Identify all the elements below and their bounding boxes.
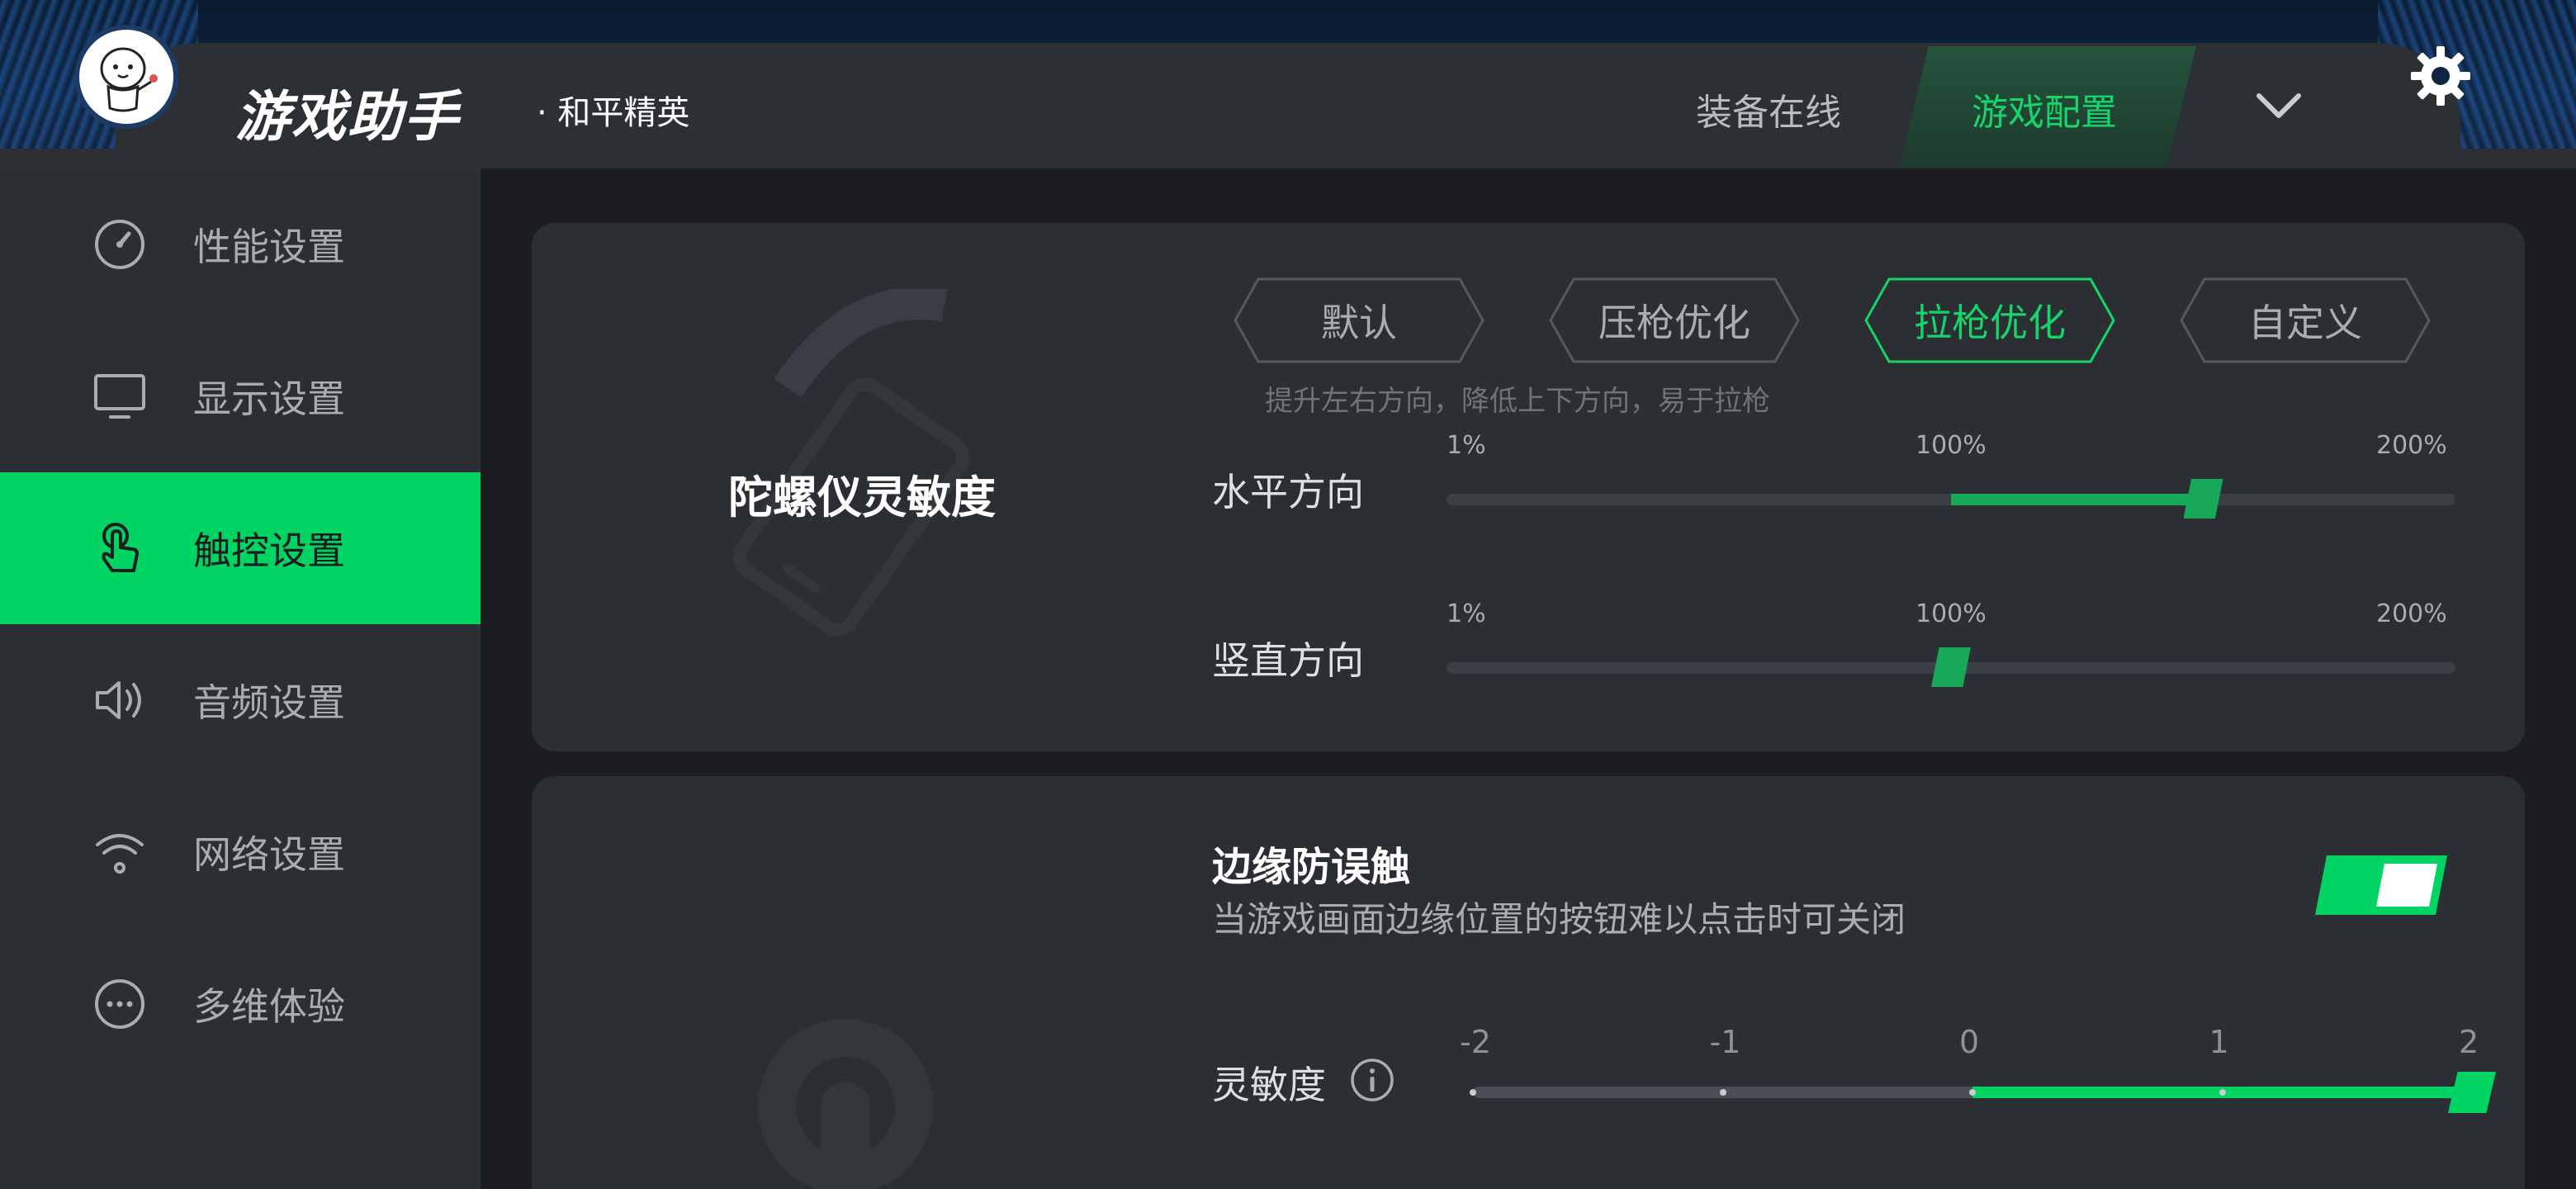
avatar[interactable] [74,25,178,129]
sidebar-item-display[interactable]: 显示设置 [0,320,481,472]
sidebar-item-network[interactable]: 网络设置 [0,776,481,928]
wifi-icon [91,823,149,881]
sidebar-item-label: 性能设置 [193,225,345,269]
sensitivity-tick-dot [1470,1089,1476,1096]
mode-recoil-label: 压枪优化 [1598,301,1750,345]
sensitivity-slider-thumb[interactable] [2448,1072,2496,1113]
mode-default-button[interactable]: 默认 [1234,277,1485,363]
monitor-icon [91,367,149,425]
gear-icon[interactable] [2408,43,2474,112]
sidebar-item-label: 显示设置 [193,377,345,421]
sensitivity-tick-label: -1 [1709,1024,1741,1060]
vertical-min-label: 1% [1447,599,1486,628]
chevron-down-icon[interactable] [2254,89,2304,126]
info-icon[interactable] [1349,1057,1395,1106]
mode-drag-button[interactable]: 拉枪优化 [1864,277,2115,363]
vertical-mid-label: 100% [1915,599,1986,628]
edge-protection-description: 当游戏画面边缘位置的按钮难以点击时可关闭 [1212,899,1906,940]
mode-custom-label: 自定义 [2248,301,2362,345]
mode-hint: 提升左右方向，降低上下方向，易于拉枪 [1265,385,1770,418]
game-name: · 和平精英 [537,94,690,132]
touch-hand-icon [91,519,149,577]
horizontal-mid-label: 100% [1915,431,1986,460]
sidebar-item-performance[interactable]: 性能设置 [0,168,481,320]
mode-recoil-button[interactable]: 压枪优化 [1549,277,1800,363]
edge-protection-toggle[interactable] [2315,855,2447,915]
vertical-label: 竖直方向 [1212,638,1364,683]
sensitivity-tick-dot [1969,1089,1976,1096]
tab-equipment-online[interactable]: 装备在线 [1696,83,1841,135]
sensitivity-tick-dot [1719,1089,1726,1096]
horizontal-slider-thumb[interactable] [2183,479,2223,519]
sidebar-item-label: 多维体验 [193,984,345,1029]
more-dots-icon [91,975,149,1033]
horizontal-max-label: 200% [2376,431,2447,460]
horizontal-slider-fill [1951,494,2204,505]
sensitivity-tick-label: -2 [1460,1024,1491,1060]
gyro-section-title: 陀螺仪灵敏度 [728,471,996,523]
sensitivity-tick-dot [2218,1089,2226,1096]
vertical-max-label: 200% [2376,599,2447,628]
sidebar: 性能设置 显示设置 触控设置 音频设置 网络设置 多维体验 [0,168,481,1189]
mode-custom-button[interactable]: 自定义 [2180,277,2431,363]
sidebar-item-label: 网络设置 [193,832,345,877]
speedometer-icon [91,216,149,273]
horizontal-min-label: 1% [1447,431,1486,460]
avatar-character-icon [100,47,158,112]
speaker-icon [91,671,149,729]
app-logo-text: 游戏助手 [235,85,460,149]
gyro-sensitivity-card: 陀螺仪灵敏度 默认 压枪优化 拉枪优化 自定义 提升左右方向，降低上下方向，易于… [532,223,2525,751]
sidebar-item-label: 音频设置 [193,680,345,725]
edge-protection-title: 边缘防误触 [1212,844,1411,890]
sidebar-item-label: 触控设置 [193,528,345,573]
tab-game-config[interactable]: 游戏配置 [1972,83,2117,135]
sensitivity-tick-label: 2 [2459,1024,2479,1060]
edge-protection-card: 边缘防误触 当游戏画面边缘位置的按钮难以点击时可关闭 灵敏度 -2 -1 0 1 2 [532,776,2525,1189]
target-illustration [755,1016,936,1189]
sensitivity-tick-label: 1 [2209,1024,2229,1060]
mode-default-label: 默认 [1321,301,1397,345]
vertical-slider-thumb[interactable] [1931,647,1971,687]
mode-drag-label: 拉枪优化 [1914,301,2066,345]
sensitivity-tick-label: 0 [1959,1024,1980,1060]
sidebar-item-multi-experience[interactable]: 多维体验 [0,928,481,1080]
horizontal-label: 水平方向 [1212,470,1364,514]
sidebar-item-audio[interactable]: 音频设置 [0,624,481,776]
sensitivity-label: 灵敏度 [1212,1063,1326,1107]
sidebar-item-touch[interactable]: 触控设置 [0,472,481,624]
